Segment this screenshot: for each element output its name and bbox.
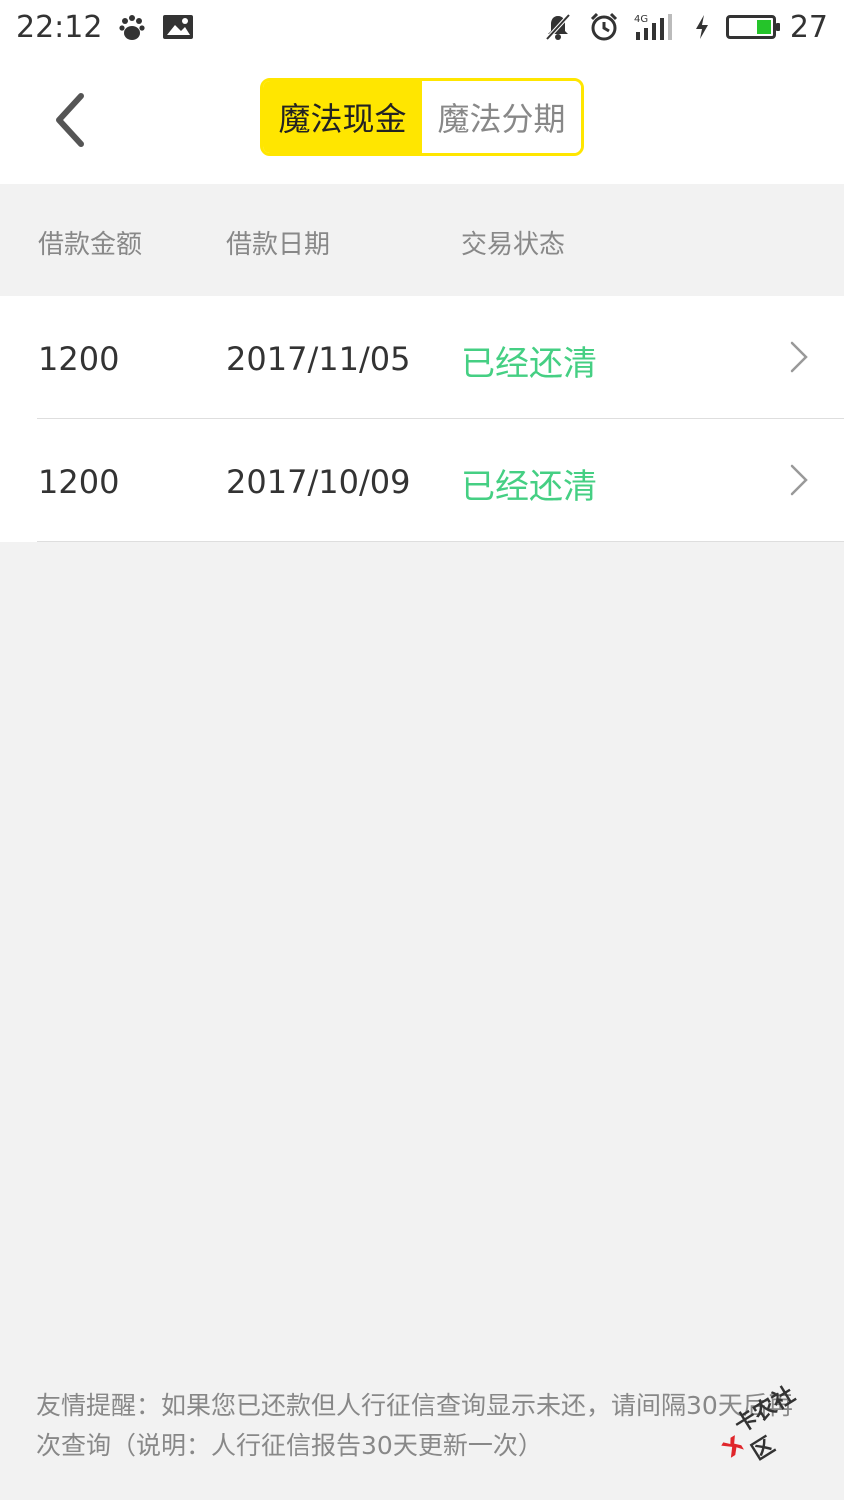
chevron-right-icon (790, 341, 808, 373)
chevron-left-icon (56, 93, 84, 147)
status-bar: 22:12 4G 27 (0, 0, 844, 54)
friendly-reminder: 友情提醒：如果您已还款但人行征信查询显示未还，请间隔30天后再次查询（说明：人行… (36, 1391, 793, 1460)
signal-icon: 4G (634, 11, 678, 43)
table-row[interactable]: 1200 2017/10/09 已经还清 (0, 419, 844, 542)
back-button[interactable] (44, 90, 94, 150)
image-icon (162, 11, 194, 43)
transaction-status: 已经还清 (461, 344, 597, 384)
column-header-date: 借款日期 (226, 230, 331, 260)
loan-date: 2017/10/09 (226, 463, 411, 501)
battery-icon (725, 15, 780, 39)
loan-date: 2017/11/05 (226, 340, 411, 378)
mute-bell-icon (542, 11, 574, 43)
alarm-icon (588, 11, 620, 43)
column-header-status: 交易状态 (461, 230, 566, 260)
svg-text:4G: 4G (634, 14, 648, 25)
loan-list: 1200 2017/11/05 已经还清 1200 2017/10/09 已经还… (0, 296, 844, 542)
app-header: 魔法现金 魔法分期 (0, 54, 844, 184)
table-row[interactable]: 1200 2017/11/05 已经还清 (0, 296, 844, 419)
tab-magic-cash[interactable]: 魔法现金 (263, 81, 422, 153)
battery-percentage: 27 (789, 9, 828, 45)
segmented-control: 魔法现金 魔法分期 (260, 78, 584, 156)
transaction-status: 已经还清 (461, 467, 597, 507)
loan-amount: 1200 (38, 340, 120, 378)
charging-icon (692, 11, 712, 43)
table-header: 借款金额 借款日期 交易状态 (0, 184, 844, 296)
status-time: 22:12 (16, 9, 103, 45)
chevron-right-icon (790, 464, 808, 496)
baidu-paw-icon (116, 11, 148, 43)
tab-magic-installment[interactable]: 魔法分期 (422, 81, 581, 153)
column-header-amount: 借款金额 (38, 230, 143, 260)
loan-amount: 1200 (38, 463, 120, 501)
